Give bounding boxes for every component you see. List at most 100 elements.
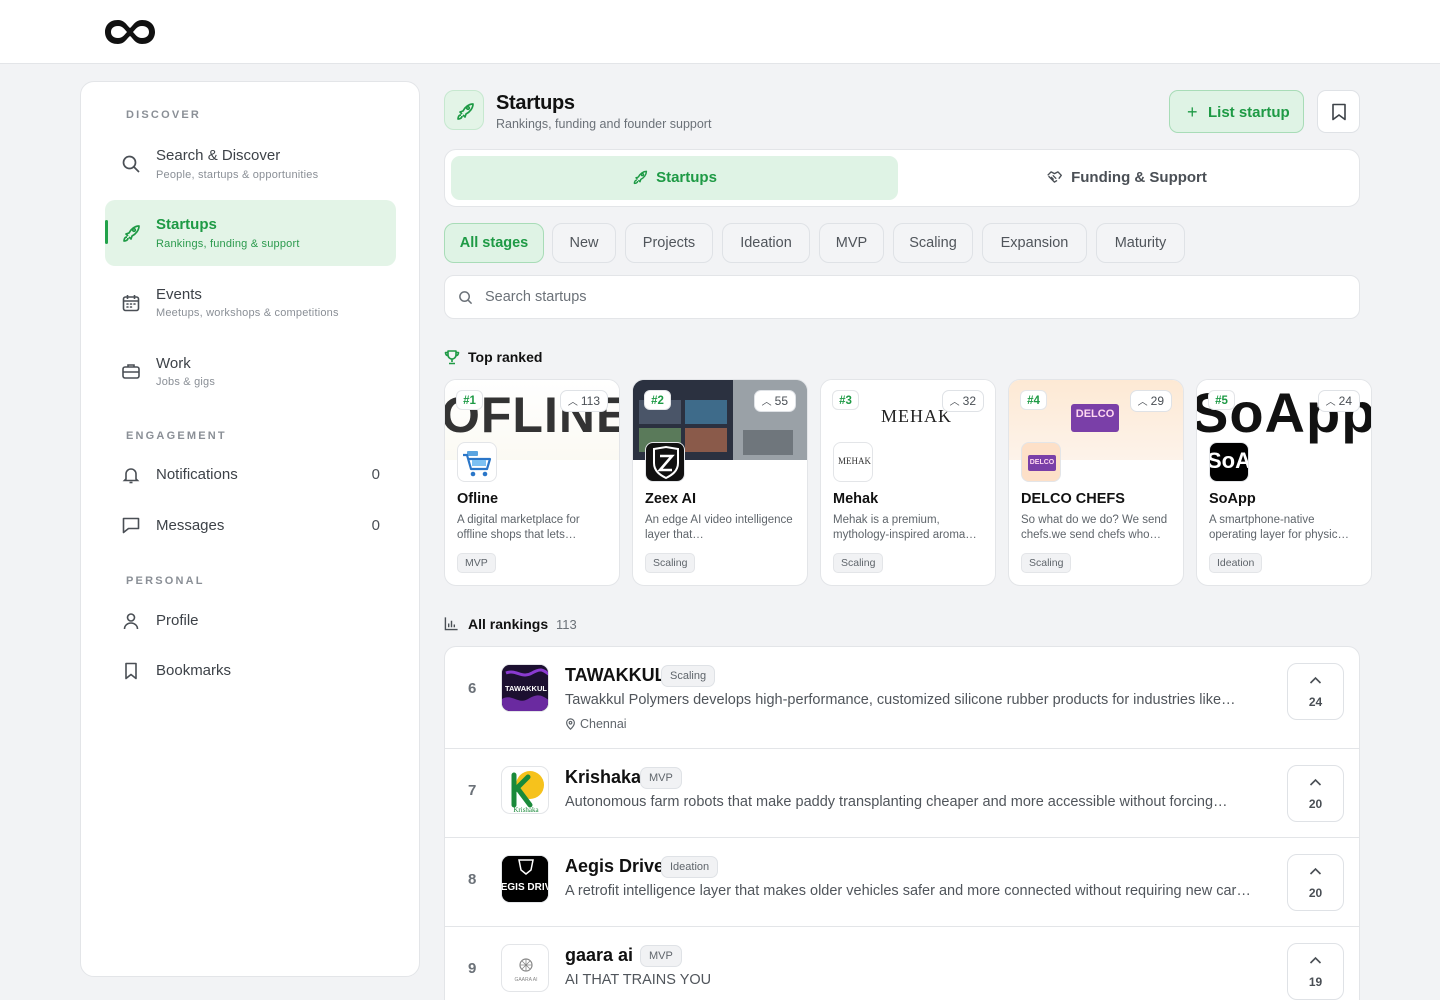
vote-number: 113 (580, 394, 600, 408)
chevron-up-icon: ︿ (1137, 397, 1148, 408)
krishaka-logo-icon: Krishaka (511, 771, 544, 813)
tab-funding-support[interactable]: Funding & Support (903, 156, 1350, 200)
stage-badge: MVP (640, 767, 682, 789)
sidebar-item-subtitle: Rankings, funding & support (156, 238, 300, 250)
top-ranked-cards: OFLINE #1 ︿ 113 Ofline A digital marketpl… (444, 379, 1374, 586)
startup-card-zeex-ai[interactable]: #2 ︿ 55 Zeex AI An edge AI video intellig… (632, 379, 808, 586)
section-label-personal: PERSONAL (126, 575, 205, 587)
startup-description: Autonomous farm robots that make paddy t… (565, 794, 1228, 810)
startup-name: TAWAKKUL (565, 665, 666, 685)
row-rank: 9 (468, 960, 477, 977)
sidebar-item-messages[interactable]: Messages 0 (105, 503, 396, 549)
startup-logo: DELCO (1021, 442, 1061, 482)
page-subtitle: Rankings, funding and founder support (496, 117, 712, 131)
chevron-up-icon: ︿ (1325, 397, 1336, 408)
upvote-count[interactable]: ︿ 55 (753, 390, 796, 412)
stage-badge: MVP (457, 553, 496, 573)
sidebar-item-notifications[interactable]: Notifications 0 (105, 452, 396, 498)
messages-count: 0 (371, 517, 380, 534)
ranking-row-aegis-drive[interactable]: 8 EGIS DRIV Aegis Drive Ideation A retro… (445, 838, 1359, 927)
startup-card-mehak[interactable]: MEHAK #3 ︿ 32 MEHAK Mehak Mehak is a prem… (820, 379, 996, 586)
startup-logo: SoApp (1209, 442, 1249, 482)
delco-logo-text: DELCO (1028, 455, 1056, 471)
sidebar-item-startups[interactable]: Startups Rankings, funding & support (105, 200, 396, 266)
upvote-button[interactable]: 19 (1287, 943, 1344, 1000)
upvote-button[interactable]: 20 (1287, 854, 1344, 911)
sidebar-item-subtitle: People, startups & opportunities (156, 169, 319, 181)
sidebar-item-title: Messages (156, 517, 225, 534)
startup-card-ofline[interactable]: OFLINE #1 ︿ 113 Ofline A digital marketpl… (444, 379, 620, 586)
trophy-icon (444, 350, 460, 365)
filter-chip-ideation[interactable]: Ideation (722, 223, 810, 263)
handshake-icon (1047, 171, 1063, 183)
rankings-list: 6 TAWAKKUL TAWAKKUL Scaling Tawakkul Pol… (444, 646, 1360, 1000)
upvote-count[interactable]: ︿ 32 (941, 390, 984, 412)
startup-description: A digital marketplace for offline shops … (457, 514, 580, 541)
startup-name: gaara ai (565, 945, 634, 965)
sidebar-item-events[interactable]: Events Meetups, workshops & competitions (105, 270, 396, 336)
tab-startups[interactable]: Startups (451, 156, 898, 200)
vote-count: 20 (1308, 797, 1323, 811)
startup-description: A retrofit intelligence layer that makes… (565, 883, 1251, 899)
ranking-row-gaara-ai[interactable]: 9 GAARA AI gaara ai MVP AI THAT TRAINS Y… (445, 927, 1359, 1000)
filter-chip-expansion[interactable]: Expansion (982, 223, 1087, 263)
list-startup-button[interactable]: + List startup (1169, 90, 1304, 133)
bookmark-icon (125, 662, 137, 680)
location-label: Chennai (580, 717, 627, 731)
filter-chip-maturity[interactable]: Maturity (1096, 223, 1185, 263)
chevron-up-icon: ︿ (761, 397, 772, 408)
sidebar-item-title: Bookmarks (156, 662, 232, 679)
filter-chip-mvp[interactable]: MVP (819, 223, 884, 263)
startup-logo (457, 442, 497, 482)
upvote-count[interactable]: ︿ 113 (559, 390, 608, 412)
bell-icon (122, 468, 140, 484)
filter-chip-projects[interactable]: Projects (625, 223, 713, 263)
vote-count: 19 (1308, 975, 1323, 989)
rank-badge: #3 (832, 390, 859, 410)
stage-badge: Scaling (1021, 553, 1072, 573)
tab-label: Funding & Support (1071, 169, 1207, 186)
vote-number: 24 (1338, 394, 1352, 408)
all-rankings-count: 113 (556, 617, 577, 632)
search-icon (459, 291, 473, 305)
stage-badge: Scaling (833, 553, 884, 573)
upvote-button[interactable]: 20 (1287, 765, 1344, 822)
startup-description: So what do we do? We send chefs.we send … (1021, 514, 1168, 541)
chevron-up-icon (1309, 778, 1322, 786)
startup-card-soapp[interactable]: SoApp #5 ︿24 SoApp SoApp A smartphone-na… (1196, 379, 1372, 586)
vote-number: 55 (774, 394, 788, 408)
calendar-icon (122, 295, 140, 312)
filter-chip-all-stages[interactable]: All stages (444, 223, 544, 263)
startup-description: Mehak is a premium, mythology-inspired a… (833, 514, 977, 541)
rank-badge: #2 (644, 390, 671, 410)
startup-card-delco-chefs[interactable]: DELCO #4 ︿ 29 DELCO DELCO CHEFS So what d… (1008, 379, 1184, 586)
ranking-row-krishaka[interactable]: 7 Krishaka Krishaka MVP Autonomous farm … (445, 749, 1359, 838)
stage-filters: All stages New Projects Ideation MVP Sca… (444, 223, 1360, 263)
startup-name: Krishaka (565, 767, 642, 787)
rocket-icon (123, 225, 140, 242)
filter-chip-scaling[interactable]: Scaling (893, 223, 973, 263)
bookmarks-button[interactable] (1317, 90, 1360, 133)
zeex-logo-icon (653, 445, 679, 480)
sidebar-item-search-discover[interactable]: Search & Discover People, startups & opp… (105, 132, 396, 198)
startup-logo: GAARA AI (501, 944, 549, 992)
sidebar-item-profile[interactable]: Profile (105, 598, 396, 644)
rocket-icon (457, 103, 474, 120)
app-logo[interactable] (104, 16, 156, 48)
gaara-logo-icon: GAARA AI (514, 958, 538, 983)
upvote-count[interactable]: ︿ 24 (1317, 390, 1360, 412)
page-title: Startups (496, 92, 575, 114)
search-input[interactable] (485, 286, 1335, 308)
sidebar-item-subtitle: Jobs & gigs (156, 376, 216, 388)
startup-description: AI THAT TRAINS YOU (565, 972, 712, 988)
ranking-row-tawakkul[interactable]: 6 TAWAKKUL TAWAKKUL Scaling Tawakkul Pol… (445, 647, 1359, 749)
sidebar-item-bookmarks[interactable]: Bookmarks (105, 648, 396, 694)
sidebar-item-work[interactable]: Work Jobs & gigs (105, 339, 396, 405)
startup-logo: MEHAK (833, 442, 873, 482)
chevron-up-icon (1309, 956, 1322, 964)
upvote-count[interactable]: ︿ 29 (1129, 390, 1172, 412)
vote-count: 24 (1308, 695, 1323, 709)
startup-name: Ofline (457, 491, 499, 507)
upvote-button[interactable]: 24 (1287, 663, 1344, 720)
filter-chip-new[interactable]: New (552, 223, 616, 263)
